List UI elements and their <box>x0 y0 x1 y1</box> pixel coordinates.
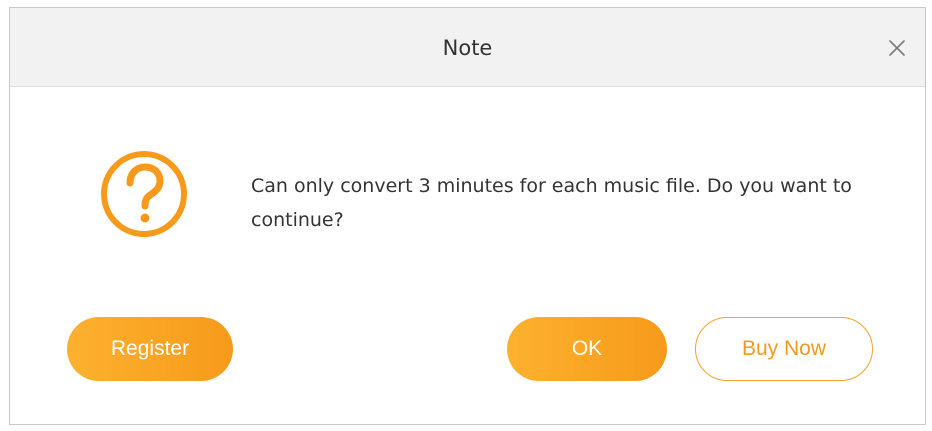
close-icon <box>889 40 905 56</box>
dialog-titlebar: Note <box>10 8 925 87</box>
ok-button[interactable]: OK <box>507 317 667 381</box>
register-button[interactable]: Register <box>67 317 233 381</box>
dialog-title: Note <box>442 36 493 60</box>
dialog-message: Can only convert 3 minutes for each musi… <box>251 175 852 231</box>
question-circle-icon <box>101 151 187 237</box>
note-dialog: Note Can only convert 3 minutes for each… <box>9 7 926 425</box>
buy-now-button[interactable]: Buy Now <box>695 317 873 381</box>
close-button[interactable] <box>885 36 909 60</box>
